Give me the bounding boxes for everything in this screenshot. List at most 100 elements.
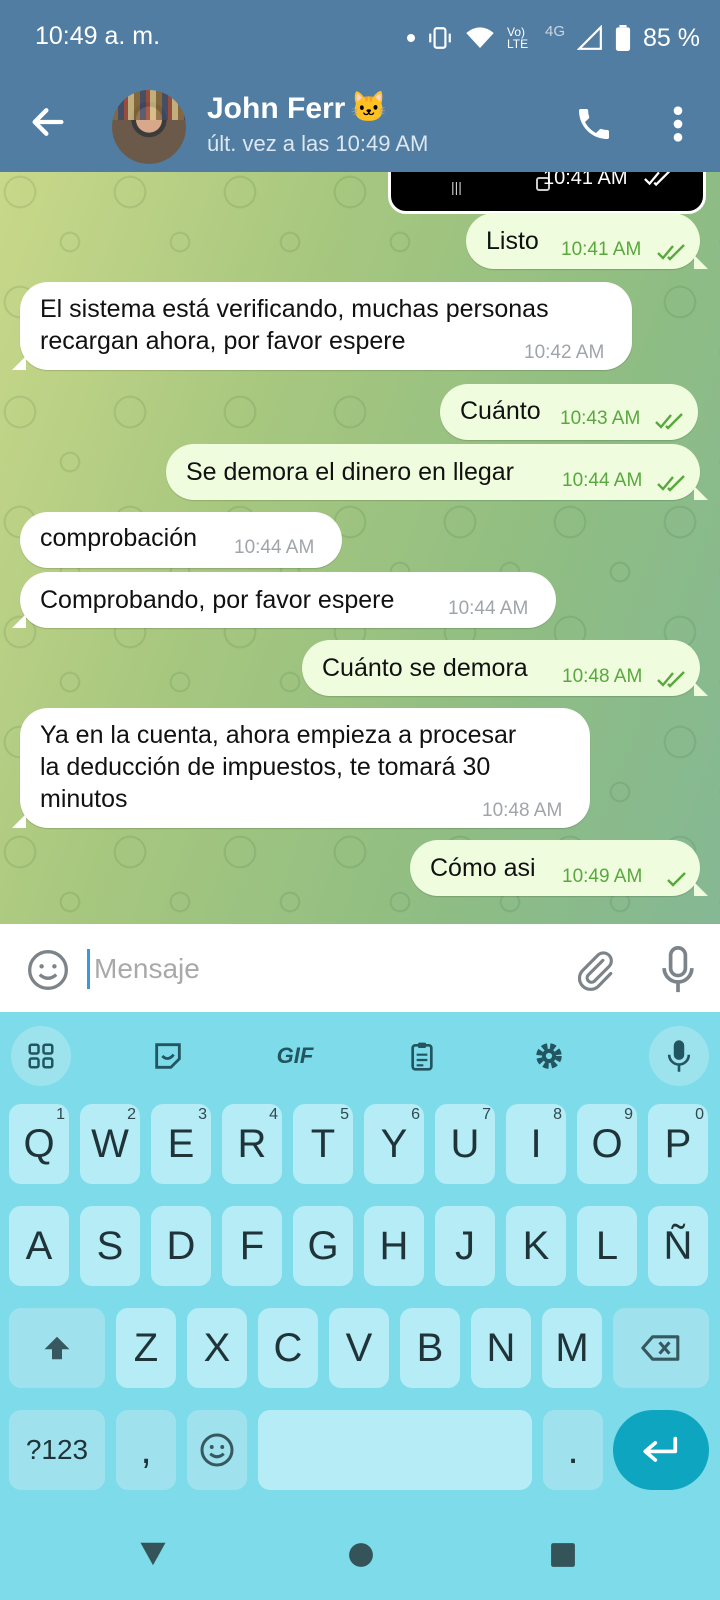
key-label: L — [595, 1223, 619, 1268]
message-bubble-incoming[interactable]: Ya en la cuenta, ahora empieza a procesa… — [12, 708, 590, 828]
emoji-key[interactable] — [187, 1410, 247, 1490]
key-d[interactable]: D — [151, 1206, 211, 1286]
message-bubble-outgoing[interactable]: Cuánto se demora 10:48 AM — [302, 640, 708, 696]
wifi-icon — [466, 27, 494, 48]
nav-home-icon[interactable] — [348, 1542, 374, 1568]
app-header: 10:49 a. m. Vo) LTE 4G 85 % John Ferr 🐱 … — [0, 0, 720, 172]
symbols-key[interactable]: ?123 — [9, 1410, 105, 1490]
key-i[interactable]: I8 — [506, 1104, 566, 1184]
key-label: V — [345, 1325, 373, 1370]
key-z[interactable]: Z — [116, 1308, 176, 1388]
key-f[interactable]: F — [222, 1206, 282, 1286]
key-s[interactable]: S — [80, 1206, 140, 1286]
emoji-icon[interactable] — [26, 948, 70, 992]
period-key[interactable]: . — [543, 1410, 603, 1490]
shift-key[interactable] — [9, 1308, 105, 1388]
key-e[interactable]: E3 — [151, 1104, 211, 1184]
key-label: F — [239, 1223, 265, 1268]
battery-level: 85 % — [643, 23, 700, 52]
key-x[interactable]: X — [187, 1308, 247, 1388]
message-bubble-outgoing[interactable]: Cómo asi 10:49 AM — [410, 840, 708, 896]
nav-recents-icon[interactable] — [550, 1542, 576, 1568]
network-label: 4G — [545, 22, 566, 40]
key-r[interactable]: R4 — [222, 1104, 282, 1184]
key-m[interactable]: M — [542, 1308, 602, 1388]
key-b[interactable]: B — [400, 1308, 460, 1388]
phone-icon[interactable] — [574, 104, 614, 144]
microphone-icon[interactable] — [660, 946, 696, 994]
key-label: A — [25, 1223, 53, 1268]
key-label: N — [486, 1325, 516, 1370]
double-check-icon — [657, 671, 685, 688]
key-k[interactable]: K — [506, 1206, 566, 1286]
key-label: X — [203, 1325, 231, 1370]
contact-name[interactable]: John Ferr — [207, 92, 345, 126]
message-text: Cómo asi — [430, 854, 536, 882]
key-t[interactable]: T5 — [293, 1104, 353, 1184]
enter-arrow-icon — [643, 1436, 678, 1462]
backspace-key[interactable] — [613, 1308, 709, 1388]
key-y[interactable]: Y6 — [364, 1104, 424, 1184]
key-o[interactable]: O9 — [577, 1104, 637, 1184]
apps-grid-button[interactable] — [11, 1026, 71, 1086]
message-bubble-incoming[interactable]: comprobación 10:44 AM — [20, 512, 342, 568]
key-label: I — [530, 1121, 542, 1166]
message-bubble-outgoing[interactable]: Cuánto 10:43 AM — [440, 384, 698, 440]
avatar[interactable] — [112, 90, 186, 164]
message-time: 10:48 AM — [562, 666, 643, 687]
paperclip-icon[interactable] — [574, 948, 616, 992]
key-h[interactable]: H — [364, 1206, 424, 1286]
double-check-icon — [657, 475, 685, 492]
gif-label: GIF — [276, 1043, 314, 1068]
message-text: comprobación — [40, 524, 198, 552]
message-input[interactable] — [92, 944, 546, 994]
key-p[interactable]: P0 — [648, 1104, 708, 1184]
key-u[interactable]: U7 — [435, 1104, 495, 1184]
chat-area[interactable]: ||| 10:41 AM Listo 10:41 AM El sistema e… — [0, 172, 720, 924]
key-label: B — [416, 1325, 444, 1370]
sticker-button[interactable] — [138, 1026, 198, 1086]
key-label: E — [167, 1121, 195, 1166]
gear-icon — [536, 1043, 562, 1069]
key-q[interactable]: Q1 — [9, 1104, 69, 1184]
message-bubble-outgoing[interactable]: Listo 10:41 AM — [466, 213, 708, 269]
key-w[interactable]: W2 — [80, 1104, 140, 1184]
key-hint: 4 — [269, 1106, 278, 1123]
back-arrow-icon[interactable] — [28, 102, 68, 142]
key-c[interactable]: C — [258, 1308, 318, 1388]
previous-media-message[interactable]: ||| 10:41 AM — [388, 172, 706, 214]
key-n[interactable]: N — [471, 1308, 531, 1388]
key-label: G — [307, 1223, 339, 1268]
message-text: minutos — [40, 785, 128, 813]
voice-input-button[interactable] — [649, 1026, 709, 1086]
comma-key[interactable]: , — [116, 1410, 176, 1490]
key-label: M — [555, 1325, 589, 1370]
key-label: U — [450, 1121, 480, 1166]
key-hint: 1 — [56, 1106, 65, 1123]
key-j[interactable]: J — [435, 1206, 495, 1286]
key-n-tilde[interactable]: Ñ — [648, 1206, 708, 1286]
more-vertical-icon[interactable] — [666, 104, 690, 144]
nav-back-icon[interactable] — [138, 1540, 168, 1568]
settings-button[interactable] — [519, 1026, 579, 1086]
battery-icon — [615, 25, 631, 51]
clipboard-button[interactable] — [392, 1026, 452, 1086]
key-a[interactable]: A — [9, 1206, 69, 1286]
message-bubble-incoming[interactable]: El sistema está verificando, muchas pers… — [12, 282, 632, 370]
key-label: ?123 — [25, 1434, 89, 1465]
on-screen-keyboard: GIF Q1 W2 E3 R4 T5 Y6 U7 I8 O9 P0 A S D … — [0, 1012, 720, 1600]
gif-button[interactable]: GIF — [265, 1026, 325, 1086]
key-label: , — [140, 1427, 152, 1472]
message-text: El sistema está verificando, muchas pers… — [40, 295, 549, 323]
key-v[interactable]: V — [329, 1308, 389, 1388]
status-time: 10:49 a. m. — [35, 22, 161, 50]
spacebar-key[interactable] — [258, 1410, 532, 1490]
key-l[interactable]: L — [577, 1206, 637, 1286]
key-g[interactable]: G — [293, 1206, 353, 1286]
media-nav-bars-icon: ||| — [451, 179, 462, 195]
key-hint: 5 — [340, 1106, 349, 1123]
message-bubble-outgoing[interactable]: Se demora el dinero en llegar 10:44 AM — [166, 444, 708, 500]
enter-key[interactable] — [613, 1410, 709, 1490]
double-check-icon — [657, 244, 685, 261]
message-bubble-incoming[interactable]: Comprobando, por favor espere 10:44 AM — [12, 572, 556, 628]
